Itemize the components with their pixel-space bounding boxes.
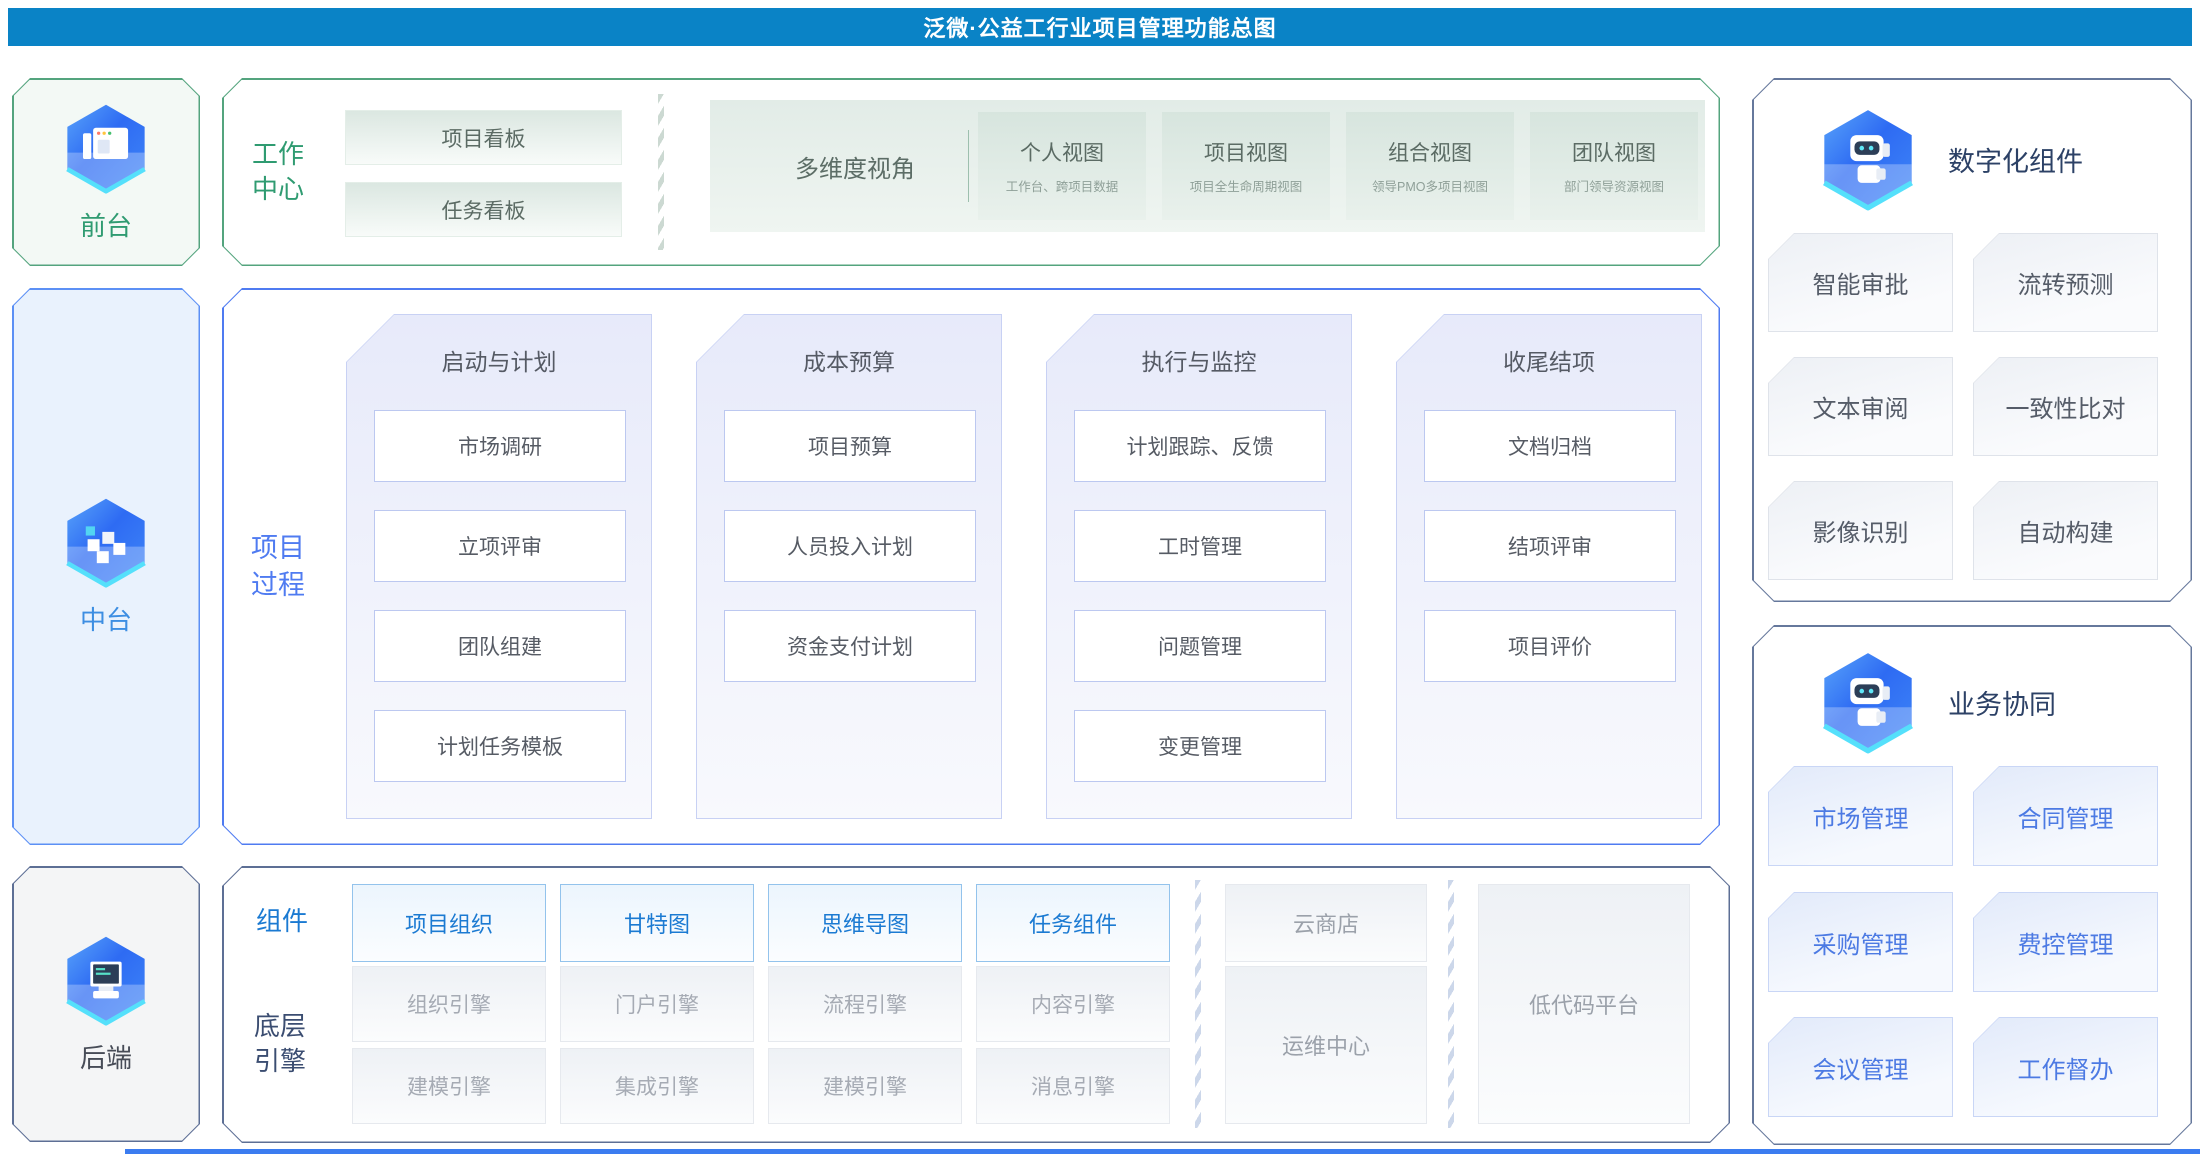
- process-item: 立项评审: [374, 510, 626, 582]
- project-kanban-box: 项目看板: [345, 110, 622, 165]
- components-label: 组件: [250, 884, 314, 960]
- robot-cube-icon: [1816, 650, 1920, 754]
- process-item: 变更管理: [1074, 710, 1326, 782]
- process-item: 计划任务模板: [374, 710, 626, 782]
- process-item: 资金支付计划: [724, 610, 976, 682]
- digital-item-box: 一致性比对: [1973, 357, 2158, 456]
- multi-view-panel: 多维度视角 个人视图 工作台、跨项目数据 项目视图 项目全生命周期视图 组合视图…: [710, 100, 1705, 232]
- phase-title: 启动与计划: [346, 338, 652, 382]
- stage-backend-panel: 后端: [12, 866, 200, 1142]
- view-subtitle: 项目全生命周期视图: [1190, 176, 1303, 195]
- view-title: 项目视图: [1204, 137, 1288, 167]
- phase-execution: 执行与监控 计划跟踪、反馈 工时管理 问题管理 变更管理: [1046, 314, 1352, 819]
- vertical-divider: [968, 130, 969, 202]
- stage-middle-label: 中台: [80, 600, 132, 637]
- process-item: 项目预算: [724, 410, 976, 482]
- digital-item-box: 影像识别: [1768, 481, 1953, 580]
- multi-view-label: 多维度视角: [740, 100, 970, 232]
- phase-title: 成本预算: [696, 338, 1002, 382]
- phase-initiation: 启动与计划 市场调研 立项评审 团队组建 计划任务模板: [346, 314, 652, 819]
- digital-item-box: 智能审批: [1768, 233, 1953, 332]
- engine-box: 建模引擎: [768, 1048, 962, 1124]
- process-item: 项目评价: [1424, 610, 1676, 682]
- modules-cube-icon: [60, 496, 152, 588]
- business-item-box: 合同管理: [1973, 766, 2158, 866]
- process-item: 文档归档: [1424, 410, 1676, 482]
- dashed-divider: [658, 94, 664, 250]
- engine-box: 内容引擎: [976, 966, 1170, 1042]
- robot-cube-icon: [1816, 107, 1920, 211]
- digital-panel-header: 数字化组件: [1752, 94, 2192, 224]
- project-process-panel: 项目过程 启动与计划 市场调研 立项评审 团队组建 计划任务模板 成本预算 项目…: [222, 288, 1720, 845]
- view-box-portfolio: 组合视图 领导PMO多项目视图: [1346, 112, 1514, 220]
- diagram-canvas: 泛微·公益工行业项目管理功能总图 前台 中台 后端 工作中心 项目看板 任务: [0, 0, 2200, 1156]
- engine-box: 流程引擎: [768, 966, 962, 1042]
- view-title: 团队视图: [1572, 137, 1656, 167]
- business-item-box: 市场管理: [1768, 766, 1953, 866]
- browser-cube-icon: [60, 102, 152, 194]
- view-subtitle: 部门领导资源视图: [1564, 176, 1664, 195]
- project-process-label: 项目过程: [246, 288, 310, 845]
- business-collab-panel: 业务协同 市场管理 合同管理 采购管理 费控管理 会议管理 工作督办: [1752, 625, 2192, 1145]
- process-item: 市场调研: [374, 410, 626, 482]
- engine-box: 消息引擎: [976, 1048, 1170, 1124]
- process-item: 计划跟踪、反馈: [1074, 410, 1326, 482]
- engines-label: 底层引擎: [250, 966, 310, 1122]
- title-bar: 泛微·公益工行业项目管理功能总图: [8, 8, 2192, 46]
- work-center-panel: 工作中心 项目看板 任务看板 多维度视角 个人视图 工作台、跨项目数据 项目视图…: [222, 78, 1720, 266]
- phase-title: 收尾结项: [1396, 338, 1702, 382]
- phase-closure: 收尾结项 文档归档 结项评审 项目评价: [1396, 314, 1702, 819]
- business-panel-header: 业务协同: [1752, 643, 2192, 761]
- process-item: 工时管理: [1074, 510, 1326, 582]
- component-box: 思维导图: [768, 884, 962, 962]
- ops-center-box: 运维中心: [1225, 966, 1427, 1124]
- business-item-box: 会议管理: [1768, 1017, 1953, 1117]
- component-box: 项目组织: [352, 884, 546, 962]
- component-box: 任务组件: [976, 884, 1170, 962]
- foundation-panel: 组件 底层引擎 项目组织 甘特图 思维导图 任务组件 组织引擎 门户引擎 流程引…: [222, 866, 1730, 1143]
- engine-box: 门户引擎: [560, 966, 754, 1042]
- engine-box: 建模引擎: [352, 1048, 546, 1124]
- view-box-team: 团队视图 部门领导资源视图: [1530, 112, 1698, 220]
- view-title: 组合视图: [1388, 137, 1472, 167]
- work-center-label: 工作中心: [246, 78, 310, 266]
- digital-item-box: 文本审阅: [1768, 357, 1953, 456]
- digital-panel-title: 数字化组件: [1948, 140, 2083, 179]
- view-subtitle: 工作台、跨项目数据: [1006, 176, 1119, 195]
- low-code-box: 低代码平台: [1478, 884, 1690, 1124]
- view-box-project: 项目视图 项目全生命周期视图: [1162, 112, 1330, 220]
- dashed-divider: [1448, 880, 1454, 1128]
- engine-box: 集成引擎: [560, 1048, 754, 1124]
- business-item-box: 费控管理: [1973, 892, 2158, 992]
- page-title: 泛微·公益工行业项目管理功能总图: [923, 11, 1276, 43]
- business-panel-title: 业务协同: [1948, 683, 2056, 722]
- dashed-divider: [1195, 880, 1201, 1128]
- view-box-personal: 个人视图 工作台、跨项目数据: [978, 112, 1146, 220]
- digital-components-panel: 数字化组件 智能审批 流转预测 文本审阅 一致性比对 影像识别 自动构建: [1752, 78, 2192, 602]
- view-title: 个人视图: [1020, 137, 1104, 167]
- stage-backend-label: 后端: [80, 1038, 132, 1075]
- stage-front-label: 前台: [80, 206, 132, 243]
- business-item-box: 采购管理: [1768, 892, 1953, 992]
- view-subtitle: 领导PMO多项目视图: [1372, 176, 1488, 195]
- bottom-accent-strip: [125, 1149, 2200, 1154]
- phase-title: 执行与监控: [1046, 338, 1352, 382]
- process-item: 团队组建: [374, 610, 626, 682]
- process-item: 问题管理: [1074, 610, 1326, 682]
- phase-budget: 成本预算 项目预算 人员投入计划 资金支付计划: [696, 314, 1002, 819]
- task-kanban-box: 任务看板: [345, 182, 622, 237]
- business-item-box: 工作督办: [1973, 1017, 2158, 1117]
- digital-item-box: 自动构建: [1973, 481, 2158, 580]
- process-item: 结项评审: [1424, 510, 1676, 582]
- component-box: 甘特图: [560, 884, 754, 962]
- stage-middle-panel: 中台: [12, 288, 200, 845]
- cloud-store-box: 云商店: [1225, 884, 1427, 962]
- process-item: 人员投入计划: [724, 510, 976, 582]
- digital-item-box: 流转预测: [1973, 233, 2158, 332]
- terminal-cube-icon: [60, 934, 152, 1026]
- stage-front-panel: 前台: [12, 78, 200, 266]
- engine-box: 组织引擎: [352, 966, 546, 1042]
